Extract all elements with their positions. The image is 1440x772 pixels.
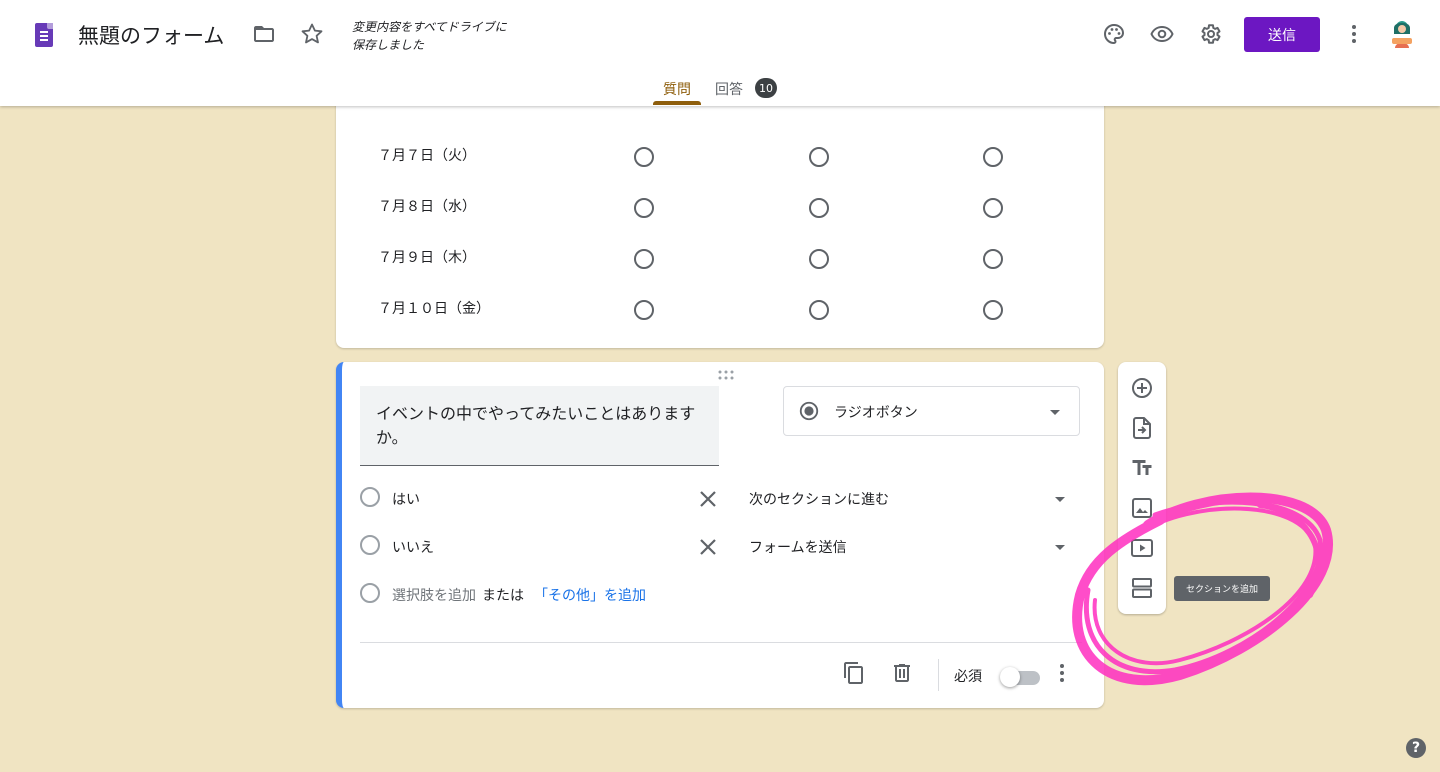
grid-question-card[interactable]: ７月７日（火） ７月８日（水） ７月９日（木） ７月１０日（金） (336, 80, 1104, 348)
tab-active-indicator (653, 101, 701, 105)
grid-row: ７月９日（木） (336, 236, 1104, 276)
grid-radio[interactable] (634, 249, 654, 269)
active-question-card[interactable]: イベントの中でやってみたいことはありますか。 ラジオボタン はい 次のセクション… (336, 362, 1104, 708)
or-text: または (482, 588, 524, 604)
grid-radio[interactable] (983, 198, 1003, 218)
option-section-goto[interactable]: フォームを送信 (749, 537, 847, 557)
add-question-icon[interactable] (1130, 376, 1154, 400)
tab-responses[interactable]: 回答 (715, 79, 743, 99)
trash-icon[interactable] (890, 661, 914, 685)
grid-radio[interactable] (983, 249, 1003, 269)
add-option-button[interactable]: 選択肢を追加 (392, 585, 476, 605)
grid-row-label: ７月８日（水） (378, 199, 476, 215)
question-title-field[interactable]: イベントの中でやってみたいことはありますか。 (360, 386, 719, 466)
grid-radio[interactable] (809, 300, 829, 320)
add-section-tooltip: セクションを追加 (1174, 576, 1270, 601)
grid-radio[interactable] (634, 198, 654, 218)
option-radio (360, 487, 380, 507)
grid-row-label: ７月１０日（金） (378, 301, 490, 317)
question-title-text: イベントの中でやってみたいことはありますか。 (376, 404, 696, 447)
add-title-icon[interactable] (1130, 456, 1154, 480)
forms-logo-icon[interactable] (35, 23, 53, 47)
grid-row-label: ７月９日（木） (378, 250, 476, 266)
option-radio (360, 583, 380, 603)
add-image-icon[interactable] (1130, 496, 1154, 520)
option-label[interactable]: はい (392, 489, 420, 509)
option-section-goto[interactable]: 次のセクションに進む (749, 489, 889, 509)
grid-radio[interactable] (809, 249, 829, 269)
avatar[interactable] (1388, 18, 1416, 50)
option-label[interactable]: いいえ (392, 537, 434, 557)
copy-icon[interactable] (842, 661, 866, 685)
option-row: いいえ フォームを送信 (360, 527, 1080, 567)
eye-icon[interactable] (1150, 22, 1174, 46)
add-video-icon[interactable] (1130, 536, 1154, 560)
star-icon[interactable] (300, 22, 324, 46)
import-questions-icon[interactable] (1130, 416, 1154, 440)
add-section-icon[interactable] (1130, 576, 1154, 600)
option-radio (360, 535, 380, 555)
required-label: 必須 (954, 669, 982, 685)
save-status: 変更内容をすべてドライブに 保存しました (352, 20, 507, 52)
help-icon[interactable]: ? (1406, 738, 1426, 758)
palette-icon[interactable] (1102, 22, 1126, 46)
grid-radio[interactable] (809, 198, 829, 218)
form-title[interactable]: 無題のフォーム (78, 20, 224, 50)
grid-radio[interactable] (809, 147, 829, 167)
caret-down-icon (1050, 410, 1060, 415)
grid-radio[interactable] (634, 300, 654, 320)
add-other-link[interactable]: 「その他」を追加 (534, 585, 646, 605)
caret-down-icon[interactable] (1048, 535, 1072, 559)
grid-radio[interactable] (634, 147, 654, 167)
close-icon[interactable] (696, 487, 720, 511)
more-vert-icon[interactable] (1342, 22, 1366, 46)
question-type-select[interactable]: ラジオボタン (783, 386, 1080, 436)
grid-radio[interactable] (983, 147, 1003, 167)
grid-row: ７月１０日（金） (336, 287, 1104, 327)
more-vert-icon[interactable] (1050, 661, 1074, 685)
side-toolbar (1118, 362, 1166, 614)
radio-checked-icon (799, 401, 819, 421)
grid-radio[interactable] (983, 300, 1003, 320)
folder-icon[interactable] (252, 22, 276, 46)
send-button[interactable]: 送信 (1244, 17, 1320, 52)
caret-down-icon[interactable] (1048, 487, 1072, 511)
close-icon[interactable] (696, 535, 720, 559)
grid-row-label: ７月７日（火） (378, 148, 476, 164)
footer-vertical-divider (938, 659, 939, 691)
grid-row: ７月８日（水） (336, 185, 1104, 225)
responses-count-badge: 10 (755, 78, 777, 98)
drag-handle-icon[interactable] (717, 370, 735, 380)
tab-questions[interactable]: 質問 (663, 79, 691, 99)
grid-row: ７月７日（火） (336, 134, 1104, 174)
gear-icon[interactable] (1198, 22, 1222, 46)
app-header: 無題のフォーム 変更内容をすべてドライブに 保存しました 送信 質問 回答 10 (0, 0, 1440, 106)
option-row: はい 次のセクションに進む (360, 479, 1080, 519)
required-toggle-knob[interactable] (1000, 667, 1020, 687)
add-option-row: 選択肢を追加 または 「その他」を追加 (360, 575, 1080, 615)
question-type-label: ラジオボタン (834, 405, 918, 421)
footer-divider (360, 642, 1082, 643)
